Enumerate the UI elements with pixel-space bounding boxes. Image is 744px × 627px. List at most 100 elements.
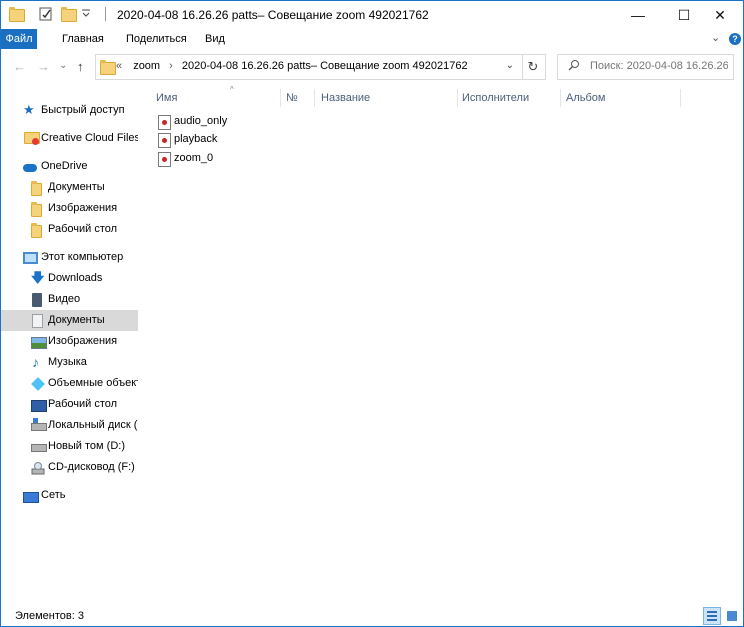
sidebar-item-label: Документы (48, 181, 105, 193)
sidebar-item-label: Рабочий стол (48, 223, 118, 235)
up-button[interactable]: ↑ (77, 59, 84, 74)
navigation-bar: ← → ⌄ ↑ « zoom › 2020-04-08 16.26.26 pat… (1, 49, 743, 87)
3d-objects-icon (31, 377, 45, 391)
sidebar-item-creative-cloud[interactable]: Creative Cloud Files (1, 128, 138, 149)
download-icon: 🡇 (31, 270, 45, 285)
sidebar-item-quick-access[interactable]: ★ Быстрый доступ (1, 100, 138, 121)
computer-icon (23, 252, 38, 264)
sidebar-item-label: Creative Cloud Files (41, 132, 138, 144)
breadcrumb-overflow[interactable]: « (116, 60, 122, 72)
column-header-artists[interactable]: Исполнители (462, 87, 561, 109)
breadcrumb-item-current[interactable]: 2020-04-08 16.26.26 patts– Совещание zoo… (182, 60, 468, 72)
sidebar-item-label: Этот компьютер (41, 251, 124, 263)
desktop-icon (31, 400, 47, 412)
search-input[interactable] (590, 58, 728, 74)
large-icons-view-icon (727, 611, 737, 621)
column-header-title[interactable]: Название (321, 87, 458, 109)
list-item[interactable]: playback (158, 131, 458, 149)
title-divider (105, 7, 106, 21)
sidebar-item-cd-drive-f[interactable]: CD-дисковод (F:) (1, 457, 138, 478)
list-item[interactable]: zoom_0 (158, 150, 458, 168)
sidebar-item-network[interactable]: Сеть (1, 485, 138, 506)
file-name: audio_only (174, 115, 228, 127)
sidebar-item-videos[interactable]: Видео (1, 289, 138, 310)
list-item[interactable]: audio_only (158, 113, 458, 131)
sidebar-item-pictures[interactable]: Изображения (1, 331, 138, 352)
sidebar-item-onedrive-images[interactable]: Изображения (1, 198, 138, 219)
details-view-icon (707, 611, 717, 621)
search-box[interactable] (557, 54, 734, 80)
address-dropdown-icon[interactable]: ⌄ (506, 60, 514, 71)
sidebar-item-onedrive-documents[interactable]: Документы (1, 177, 138, 198)
sidebar-item-label: Документы (48, 314, 105, 326)
sidebar-item-label: Локальный диск (С (48, 419, 138, 431)
column-header-album[interactable]: Альбом (566, 87, 681, 109)
breadcrumb: « zoom › 2020-04-08 16.26.26 patts– Сове… (116, 60, 468, 72)
tab-home[interactable]: Главная (54, 29, 112, 49)
quick-access-dropdown-icon[interactable] (81, 5, 95, 19)
address-bar[interactable]: « zoom › 2020-04-08 16.26.26 patts– Сове… (95, 54, 523, 80)
status-bar: Элементов: 3 (1, 605, 743, 626)
column-header-number[interactable]: № (286, 87, 315, 109)
properties-icon[interactable] (39, 7, 53, 21)
column-header-label: Альбом (566, 92, 606, 104)
sidebar-item-label: Объемные объект (48, 377, 138, 389)
forward-button[interactable]: → (37, 59, 50, 74)
pictures-icon (31, 337, 47, 349)
refresh-button[interactable]: ↻ (521, 54, 546, 80)
folder-icon (31, 223, 45, 238)
file-name: playback (174, 133, 218, 145)
sidebar-item-label: Видео (48, 293, 81, 305)
network-icon (23, 492, 39, 503)
tab-file[interactable]: Файл (1, 29, 37, 49)
sidebar-item-desktop[interactable]: Рабочий стол (1, 394, 138, 415)
sidebar-item-label: Новый том (D:) (48, 440, 125, 452)
tab-view[interactable]: Вид (197, 29, 233, 49)
title-bar: 2020-04-08 16.26.26 patts– Совещание zoo… (1, 1, 743, 29)
sidebar-item-volume-d[interactable]: Новый том (D:) (1, 436, 138, 457)
cd-drive-icon (31, 461, 45, 475)
sidebar-item-downloads[interactable]: 🡇 Downloads (1, 268, 138, 289)
back-button[interactable]: ← (13, 59, 26, 74)
folder-icon (9, 7, 25, 22)
document-icon (32, 314, 43, 328)
breadcrumb-separator[interactable]: › (163, 60, 179, 72)
sidebar-item-label: Быстрый доступ (41, 104, 125, 116)
help-icon[interactable]: ? (729, 33, 741, 45)
navigation-pane: ★ Быстрый доступ Creative Cloud Files On… (1, 87, 138, 605)
search-icon (568, 59, 580, 74)
media-file-icon (158, 152, 171, 167)
minimize-button[interactable]: — (615, 1, 661, 29)
sidebar-item-label: CD-дисковод (F:) (48, 461, 135, 473)
sidebar-item-label: OneDrive (41, 160, 88, 172)
breadcrumb-item-zoom[interactable]: zoom (125, 60, 160, 72)
sidebar-item-documents[interactable]: Документы (1, 310, 138, 331)
sidebar-item-label: Изображения (48, 202, 118, 214)
sidebar-item-label: Музыка (48, 356, 87, 368)
ribbon-expand-icon[interactable]: ⌄ (711, 31, 720, 44)
new-folder-icon[interactable] (61, 7, 77, 22)
tab-share[interactable]: Поделиться (118, 29, 195, 49)
sidebar-item-music[interactable]: ♪ Музыка (1, 352, 138, 373)
drive-icon (31, 444, 47, 452)
column-header-label: Исполнители (462, 92, 530, 104)
column-header-label: Имя (156, 92, 178, 104)
folder-icon (31, 181, 45, 196)
close-button[interactable]: ✕ (697, 1, 743, 29)
item-count: Элементов: 3 (15, 610, 84, 622)
recent-locations-button[interactable]: ⌄ (59, 60, 67, 71)
media-file-icon (158, 115, 171, 130)
sidebar-item-this-pc[interactable]: Этот компьютер (1, 247, 138, 268)
media-file-icon (158, 133, 171, 148)
details-view-button[interactable] (703, 607, 721, 625)
cloud-icon (23, 164, 37, 172)
column-header-label: Название (321, 92, 371, 104)
column-header-name[interactable]: Имя ^ (156, 85, 281, 109)
video-icon (32, 293, 42, 307)
music-icon: ♪ (32, 354, 39, 370)
sidebar-item-3d-objects[interactable]: Объемные объект (1, 373, 138, 394)
sidebar-item-onedrive-desktop[interactable]: Рабочий стол (1, 219, 138, 240)
sidebar-item-onedrive[interactable]: OneDrive (1, 156, 138, 177)
large-icons-view-button[interactable] (723, 607, 741, 625)
sidebar-item-local-disk-c[interactable]: Локальный диск (С (1, 415, 138, 436)
